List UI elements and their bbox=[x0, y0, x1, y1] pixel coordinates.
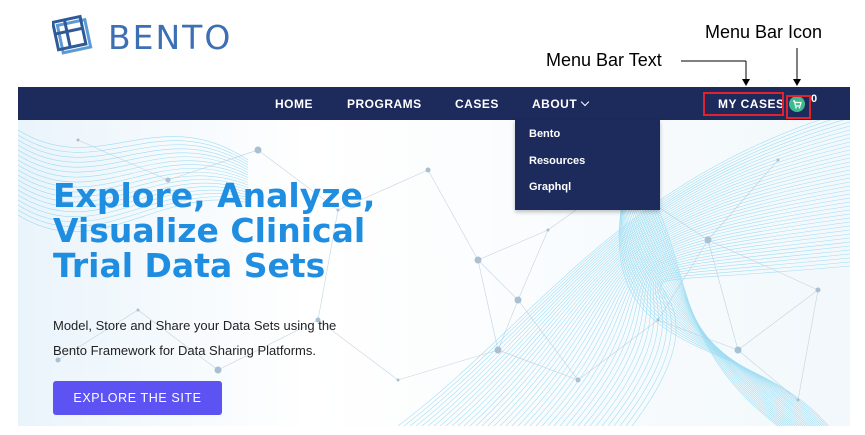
explore-site-button[interactable]: EXPLORE THE SITE bbox=[53, 381, 222, 415]
nav-about-label: ABOUT bbox=[532, 97, 578, 111]
hero-title-line: Trial Data Sets bbox=[53, 246, 326, 285]
dropdown-item-bento[interactable]: Bento bbox=[529, 128, 560, 140]
nav-home[interactable]: HOME bbox=[275, 97, 313, 111]
hero-title-line: Explore, Analyze, bbox=[53, 176, 376, 215]
dropdown-item-resources[interactable]: Resources bbox=[529, 155, 585, 167]
hero-subtitle: Model, Store and Share your Data Sets us… bbox=[53, 313, 336, 363]
chevron-down-icon bbox=[580, 97, 590, 107]
nav-about[interactable]: ABOUT bbox=[532, 97, 590, 111]
nav-cases[interactable]: CASES bbox=[455, 97, 499, 111]
hero-title-line: Visualize Clinical bbox=[53, 211, 366, 250]
menu-bar-icon-highlight bbox=[786, 95, 811, 119]
menu-bar-text-highlight bbox=[703, 92, 784, 116]
hero-subtitle-line: Bento Framework for Data Sharing Platfor… bbox=[53, 343, 316, 358]
cart-count: 0 bbox=[811, 93, 818, 105]
about-dropdown-menu: Bento Resources Graphql bbox=[515, 120, 660, 210]
dropdown-item-graphql[interactable]: Graphql bbox=[529, 181, 571, 193]
nav-programs[interactable]: PROGRAMS bbox=[347, 97, 422, 111]
hero-title: Explore, Analyze, Visualize Clinical Tri… bbox=[53, 178, 375, 283]
hero-subtitle-line: Model, Store and Share your Data Sets us… bbox=[53, 318, 337, 333]
